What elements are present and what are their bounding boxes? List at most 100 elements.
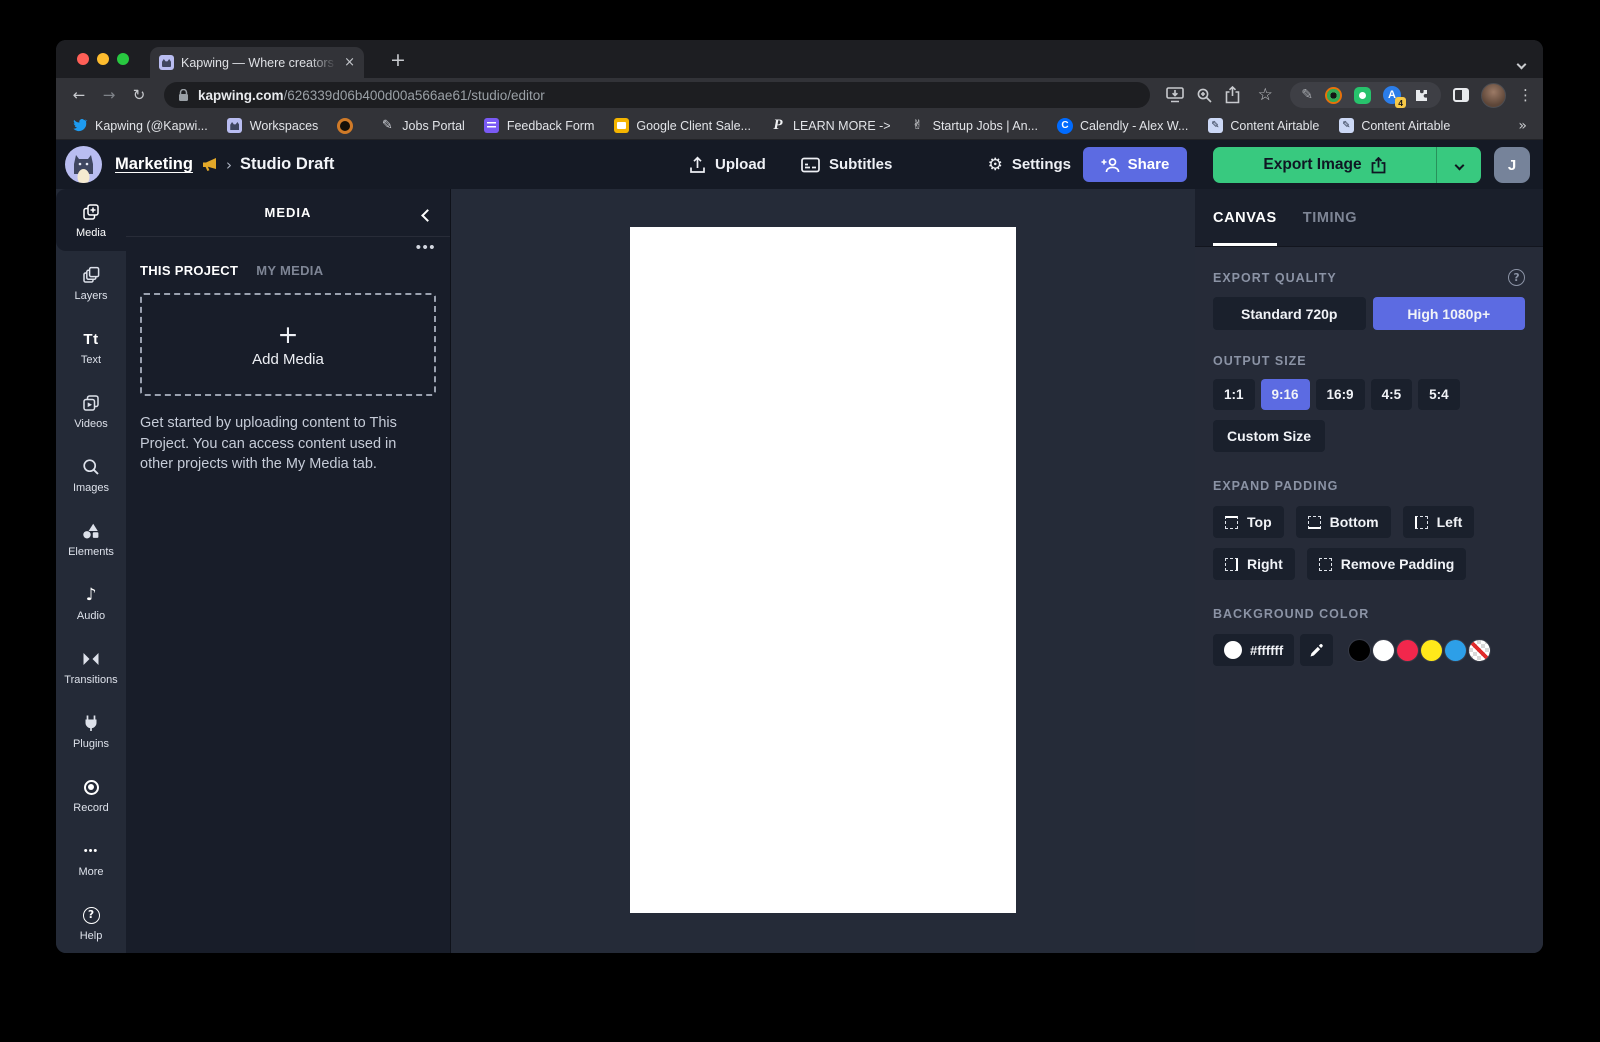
subtitles-label: Subtitles [829,156,892,173]
zoom-window-button[interactable] [117,53,129,65]
media-icon [81,202,101,223]
bookmark-item[interactable]: Kapwing (@Kapwi... [72,118,208,134]
color-value-button[interactable]: #ffffff [1213,634,1294,666]
swatch-black[interactable] [1349,640,1370,661]
back-icon[interactable]: ← [66,86,92,104]
share-page-icon[interactable] [1225,86,1240,104]
minimize-window-button[interactable] [97,53,109,65]
sidebar-item-help[interactable]: ? Help [56,891,126,953]
bookmark-item[interactable]: ✎ Jobs Portal [379,118,465,134]
custom-size-button[interactable]: Custom Size [1213,420,1325,452]
bookmark-item[interactable]: Workspaces [227,118,319,134]
user-avatar[interactable]: J [1494,147,1530,183]
sidebar-item-record[interactable]: Record [56,763,126,827]
browser-tab[interactable]: Kapwing — Where creators brin × [150,47,364,78]
toolbar-actions: ☆ ✎ A 4 ⋮ [1162,82,1533,108]
tab-search-chevron-icon[interactable] [1518,55,1525,73]
extension-pencil-icon[interactable]: ✎ [1301,87,1313,103]
collapse-panel-icon[interactable] [423,208,432,223]
plugins-icon [81,713,101,734]
sidebar-item-videos[interactable]: Videos [56,379,126,443]
extension-a-icon[interactable]: A 4 [1383,86,1401,104]
sidebar-item-layers[interactable]: Layers [56,251,126,315]
swatch-white[interactable] [1373,640,1394,661]
bookmark-item[interactable]: Google Client Sale... [613,118,751,134]
bookmarks-overflow-icon[interactable]: » [1518,118,1527,134]
swatch-red[interactable] [1397,640,1418,661]
app-main: Media Layers Tt Text Videos [56,189,1543,953]
sidebar-item-audio[interactable]: ♪ Audio [56,571,126,635]
bookmark-item[interactable]: P LEARN MORE -> [770,118,891,134]
ratio-4-5-button[interactable]: 4:5 [1371,379,1413,410]
bookmark-item[interactable]: ✌ Startup Jobs | An... [910,118,1038,134]
zoom-icon[interactable] [1196,87,1213,104]
bookmark-item[interactable]: Feedback Form [484,118,595,134]
tab-timing[interactable]: TIMING [1303,189,1357,246]
help-circle-icon[interactable]: ? [1508,269,1525,286]
eyedropper-button[interactable] [1300,634,1333,666]
canvas-artboard[interactable] [630,227,1016,913]
swatch-yellow[interactable] [1421,640,1442,661]
upload-icon [689,156,706,174]
tab-canvas[interactable]: CANVAS [1213,189,1277,246]
output-size-label: OUTPUT SIZE [1213,354,1307,368]
new-tab-button[interactable]: + [386,49,410,71]
reload-icon[interactable]: ↻ [126,86,152,104]
swatch-blue[interactable] [1445,640,1466,661]
extension-chat-icon[interactable] [1354,87,1371,104]
padding-bottom-button[interactable]: Bottom [1296,506,1391,538]
canvas-settings-panel: CANVAS TIMING EXPORT QUALITY ? Standard … [1195,189,1543,953]
install-icon[interactable] [1166,87,1184,103]
media-panel: MEDIA ••• THIS PROJECT MY MEDIA + Add Me… [126,189,451,953]
padding-top-button[interactable]: Top [1213,506,1284,538]
quality-standard-button[interactable]: Standard 720p [1213,297,1366,330]
add-media-dropzone[interactable]: + Add Media [140,293,436,396]
sidebar-item-text[interactable]: Tt Text [56,315,126,379]
breadcrumb-workspace-link[interactable]: Marketing [115,155,193,174]
ratio-16-9-button[interactable]: 16:9 [1316,379,1365,410]
bookmark-label: Content Airtable [1230,119,1319,133]
breadcrumb-project[interactable]: Studio Draft [240,155,334,174]
sidebar-item-images[interactable]: Images [56,443,126,507]
subtitles-button[interactable]: Subtitles [801,140,892,189]
quality-high-button[interactable]: High 1080p+ [1373,297,1526,330]
extensions-puzzle-icon[interactable] [1413,87,1430,104]
export-icon [1371,157,1386,174]
address-bar[interactable]: kapwing.com/626339d06b400d00a566ae61/stu… [164,82,1150,108]
panel-options-icon[interactable]: ••• [416,239,436,256]
split-view-icon[interactable] [1453,88,1469,102]
export-image-button[interactable]: Export Image [1213,147,1437,183]
bookmark-item[interactable]: ✎ Content Airtable [1338,118,1450,134]
form-icon [484,118,500,134]
ratio-9-16-button[interactable]: 9:16 [1261,379,1310,410]
tab-close-icon[interactable]: × [344,55,355,70]
bookmark-item[interactable]: ✎ Content Airtable [1207,118,1319,134]
sidebar-item-plugins[interactable]: Plugins [56,699,126,763]
tab-my-media[interactable]: MY MEDIA [256,263,323,278]
padding-left-button[interactable]: Left [1403,506,1475,538]
export-options-button[interactable] [1437,147,1481,183]
bookmark-item[interactable] [337,118,360,134]
sidebar-item-transitions[interactable]: Transitions [56,635,126,699]
profile-avatar[interactable] [1481,83,1506,108]
extension-target-icon[interactable] [1325,87,1342,104]
share-button[interactable]: Share [1083,147,1187,182]
record-icon [84,777,99,798]
sidebar-item-media[interactable]: Media [56,189,126,251]
close-window-button[interactable] [77,53,89,65]
tab-this-project[interactable]: THIS PROJECT [140,263,238,278]
bookmark-item[interactable]: C Calendly - Alex W... [1057,118,1188,134]
forward-icon[interactable]: → [96,86,122,104]
swatch-transparent[interactable] [1469,640,1490,661]
sidebar-item-more[interactable]: ••• More [56,827,126,891]
bookmark-star-icon[interactable]: ☆ [1252,85,1278,105]
ratio-5-4-button[interactable]: 5:4 [1418,379,1460,410]
ratio-1-1-button[interactable]: 1:1 [1213,379,1255,410]
remove-padding-button[interactable]: Remove Padding [1307,548,1467,580]
padding-right-button[interactable]: Right [1213,548,1295,580]
sidebar-item-elements[interactable]: Elements [56,507,126,571]
browser-menu-icon[interactable]: ⋮ [1518,86,1533,104]
upload-button[interactable]: Upload [689,140,766,189]
settings-button[interactable]: ⚙ Settings [988,140,1071,189]
workspace-avatar[interactable] [65,146,102,183]
